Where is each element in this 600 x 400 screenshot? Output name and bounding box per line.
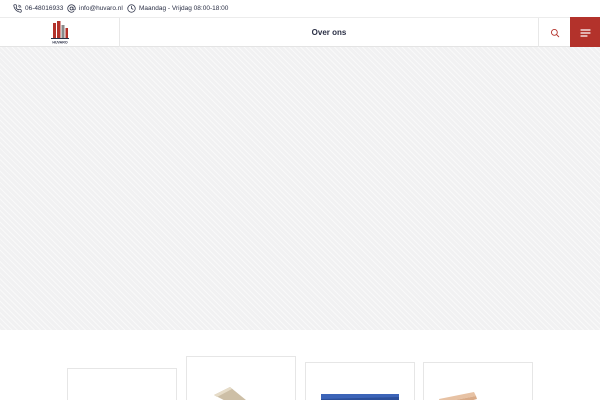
site-logo[interactable]: HUVARO bbox=[48, 20, 72, 46]
clock-icon bbox=[127, 4, 136, 13]
product-image-timber bbox=[439, 392, 477, 400]
product-card[interactable] bbox=[423, 362, 533, 400]
site-header: HUVARO Over ons bbox=[0, 17, 600, 48]
top-contact-bar: 06-48016933 info@huvaro.nl Maandag - Vri… bbox=[0, 0, 600, 17]
search-icon bbox=[550, 28, 559, 37]
at-sign-icon bbox=[67, 4, 76, 13]
product-card[interactable] bbox=[305, 362, 415, 400]
phone-number: 06-48016933 bbox=[25, 5, 64, 12]
hero-banner bbox=[0, 47, 600, 330]
nav-link-over-ons[interactable]: Over ons bbox=[312, 28, 347, 37]
building-logo-icon: HUVARO bbox=[51, 21, 69, 45]
product-card[interactable] bbox=[67, 368, 177, 400]
product-image-wood-beam bbox=[214, 387, 246, 400]
main-navigation: Over ons bbox=[119, 18, 539, 47]
email-address: info@huvaro.nl bbox=[79, 5, 123, 12]
svg-text:HUVARO: HUVARO bbox=[52, 41, 68, 45]
product-card[interactable] bbox=[186, 356, 296, 400]
menu-button[interactable] bbox=[570, 17, 600, 48]
phone-icon bbox=[13, 4, 22, 13]
opening-hours: Maandag - Vrijdag 08:00-18:00 bbox=[127, 3, 228, 14]
opening-hours-text: Maandag - Vrijdag 08:00-18:00 bbox=[139, 5, 229, 12]
email-link[interactable]: info@huvaro.nl bbox=[67, 3, 123, 14]
product-image-blue-panel bbox=[321, 394, 399, 400]
hamburger-menu-icon bbox=[579, 28, 591, 37]
search-button[interactable] bbox=[539, 18, 570, 47]
phone-link[interactable]: 06-48016933 bbox=[13, 3, 63, 14]
